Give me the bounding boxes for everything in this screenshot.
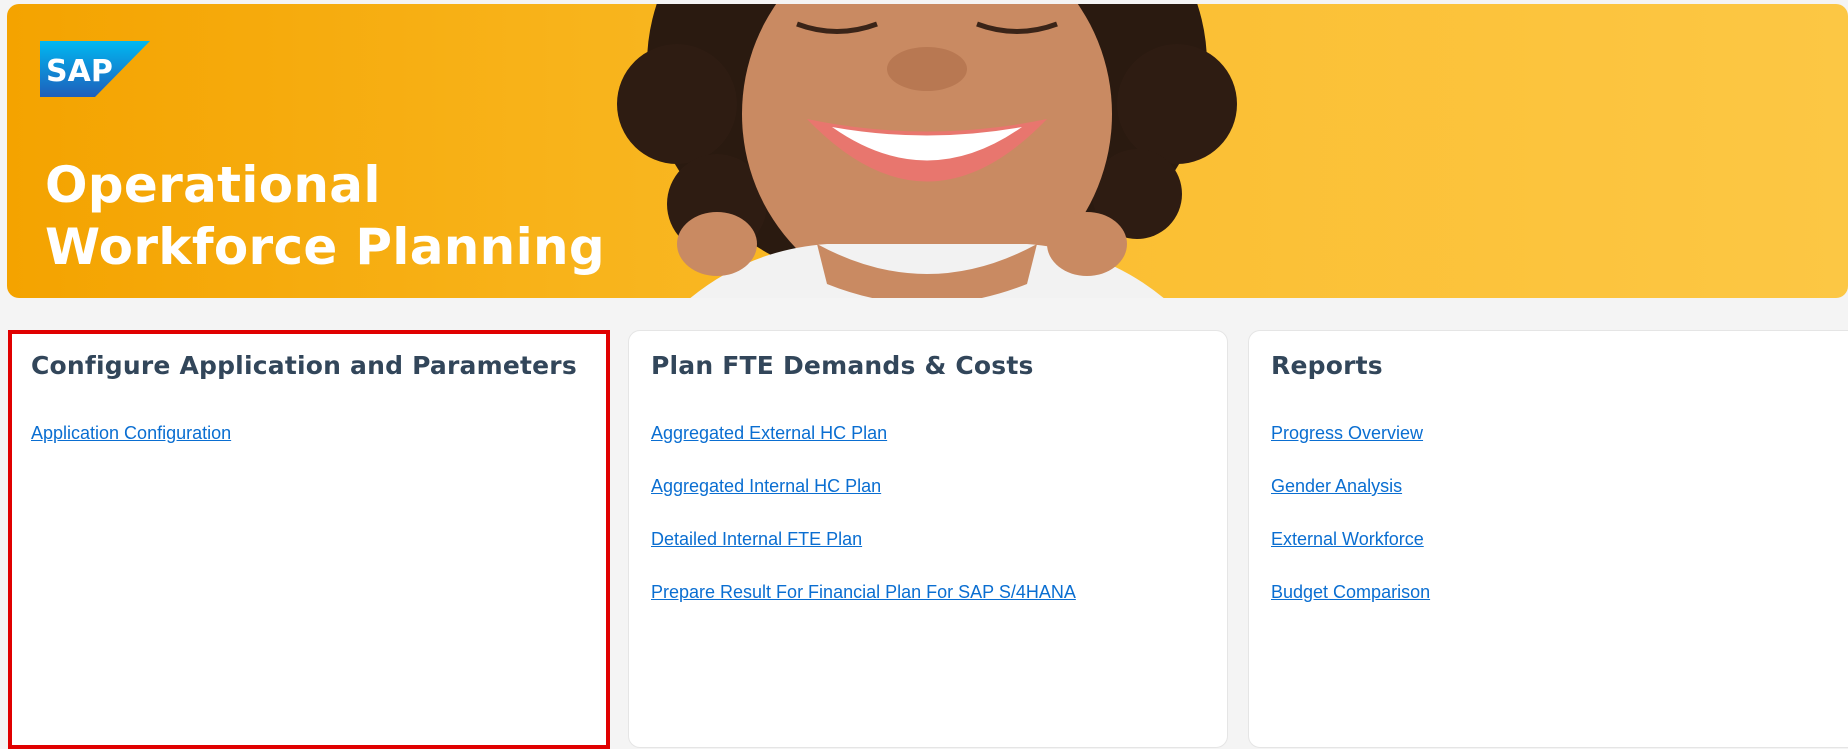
sap-logo: SAP — [40, 41, 150, 97]
card-title: Reports — [1271, 351, 1383, 380]
page-title-line2: Workforce Planning — [45, 218, 605, 276]
card-reports: Reports Progress Overview Gender Analysi… — [1248, 330, 1848, 748]
link-detailed-internal-fte-plan[interactable]: Detailed Internal FTE Plan — [651, 529, 1076, 550]
smiling-person-image — [617, 4, 1237, 298]
page-title: Operational Workforce Planning — [45, 154, 605, 278]
link-application-configuration[interactable]: Application Configuration — [31, 423, 231, 444]
svg-text:SAP: SAP — [46, 54, 113, 89]
card-title: Configure Application and Parameters — [31, 351, 577, 380]
launchpad-page: SAP Operational Workforce Planning Confi… — [0, 0, 1848, 749]
link-aggregated-external-hc-plan[interactable]: Aggregated External HC Plan — [651, 423, 1076, 444]
link-prepare-financial-plan[interactable]: Prepare Result For Financial Plan For SA… — [651, 582, 1076, 603]
link-budget-comparison[interactable]: Budget Comparison — [1271, 582, 1430, 603]
link-list: Application Configuration — [31, 423, 231, 476]
hero-banner: SAP Operational Workforce Planning — [7, 4, 1848, 298]
link-external-workforce[interactable]: External Workforce — [1271, 529, 1430, 550]
link-progress-overview[interactable]: Progress Overview — [1271, 423, 1430, 444]
page-title-line1: Operational — [45, 156, 381, 214]
link-list: Progress Overview Gender Analysis Extern… — [1271, 423, 1430, 635]
link-gender-analysis[interactable]: Gender Analysis — [1271, 476, 1430, 497]
link-list: Aggregated External HC Plan Aggregated I… — [651, 423, 1076, 635]
card-title: Plan FTE Demands & Costs — [651, 351, 1034, 380]
link-aggregated-internal-hc-plan[interactable]: Aggregated Internal HC Plan — [651, 476, 1076, 497]
card-plan-fte: Plan FTE Demands & Costs Aggregated Exte… — [628, 330, 1228, 748]
card-configure: Configure Application and Parameters App… — [8, 330, 610, 749]
